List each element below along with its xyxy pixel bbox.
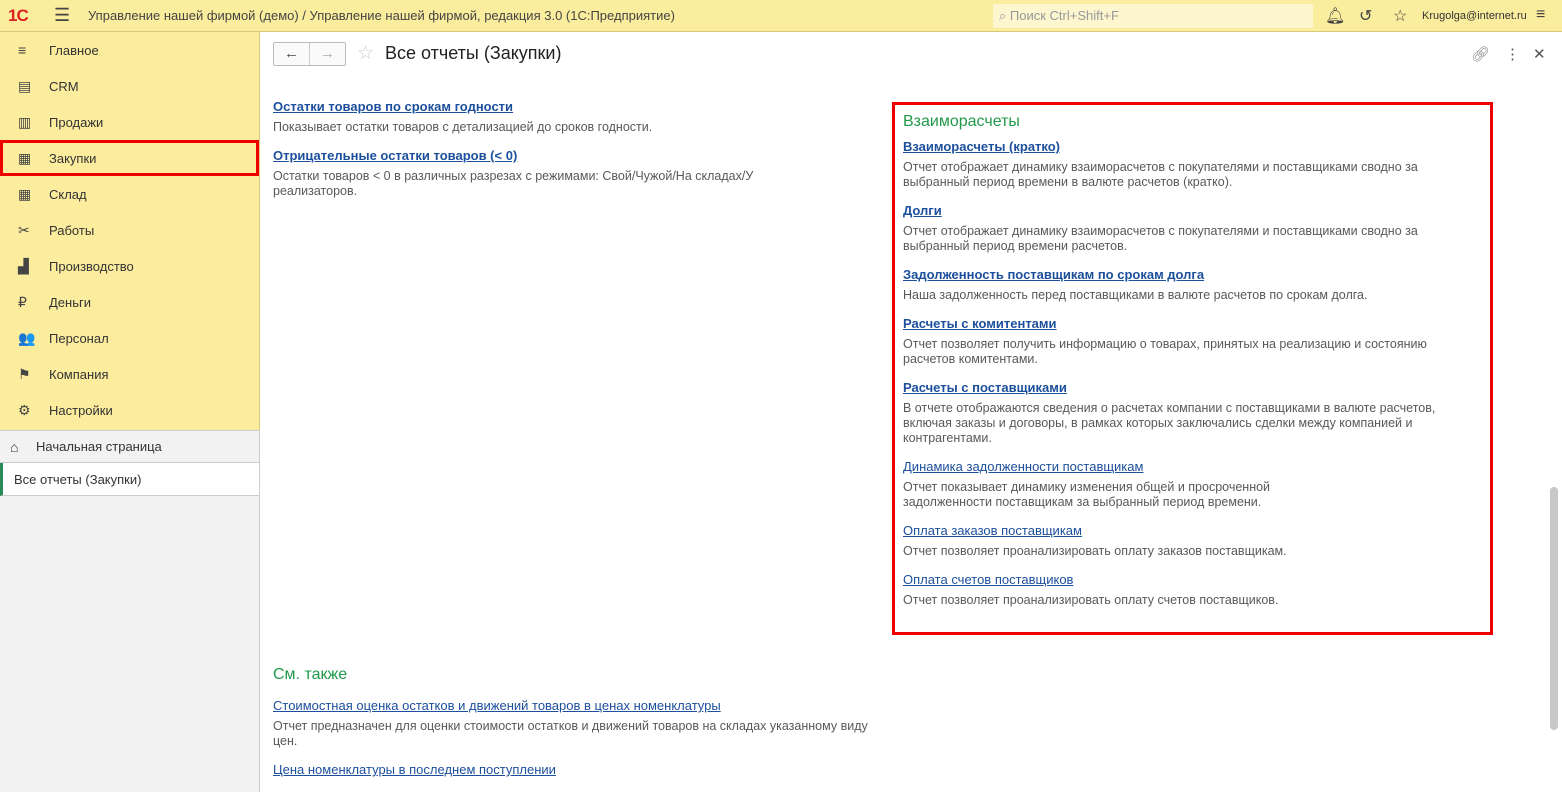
sidebar-item-label: Главное (49, 42, 99, 58)
sidebar-item-production[interactable]: ▟ Производство (0, 248, 259, 284)
sidebar-item-warehouse[interactable]: ▦ Склад (0, 176, 259, 212)
search-icon: ⌕ (999, 8, 1007, 23)
sidebar-item-company[interactable]: ⚑ Компания (0, 356, 259, 392)
sidebar-item-main[interactable]: ≡ Главное (0, 32, 259, 68)
history-nav: ← → (273, 42, 346, 66)
warehouse-icon: ▦ (18, 185, 32, 202)
sidebar-item-label: Производство (49, 258, 134, 274)
report-link[interactable]: Цена номенклатуры в последнем поступлени… (273, 762, 883, 777)
report-desc: В отчете отображаются сведения о расчета… (903, 401, 1436, 445)
report-link[interactable]: Остатки товаров по срокам годности (273, 99, 873, 114)
section-heading-see-also: См. также (273, 666, 348, 683)
sidebar-item-label: Работы (49, 222, 95, 238)
report-desc: Отчет позволяет проанализировать оплату … (903, 544, 1287, 558)
forward-button[interactable]: → (309, 43, 345, 65)
report-desc: Отчет позволяет получить информацию о то… (903, 337, 1427, 366)
logo-1c[interactable]: 1С (8, 6, 40, 26)
report-desc: Наша задолженность перед поставщиками в … (903, 288, 1368, 302)
favorite-star-icon[interactable]: ☆ (357, 42, 374, 65)
flag-icon: ⚑ (18, 365, 31, 382)
sidebar-item-sales[interactable]: ▥ Продажи (0, 104, 259, 140)
report-desc: Отчет отображает динамику взаиморасчетов… (903, 224, 1418, 253)
sidebar-item-label: Склад (49, 186, 87, 202)
sidebar-item-money[interactable]: ₽ Деньги (0, 284, 259, 320)
search-input[interactable]: ⌕ Поиск Ctrl+Shift+F (993, 4, 1313, 28)
report-link[interactable]: Оплата заказов поставщикам (903, 523, 1463, 538)
sidebar-item-crm[interactable]: ▤ CRM (0, 68, 259, 104)
sidebar-item-purchases[interactable]: ▦ Закупки (0, 140, 259, 176)
home-page-tab[interactable]: ⌂ Начальная страница (0, 430, 260, 463)
app-title: Управление нашей фирмой (демо) / Управле… (88, 8, 675, 23)
page-title: Все отчеты (Закупки) (385, 43, 562, 63)
sidebar-item-label: Закупки (49, 150, 97, 166)
list-icon: ≡ (18, 42, 27, 58)
sidebar-empty-area (0, 496, 260, 792)
close-icon[interactable]: ✕ (1533, 45, 1546, 63)
cart-icon: ▦ (18, 149, 32, 166)
report-desc: Отчет показывает динамику изменения обще… (903, 480, 1271, 509)
back-button[interactable]: ← (274, 43, 309, 65)
search-placeholder: Поиск Ctrl+Shift+F (1009, 8, 1119, 23)
report-link[interactable]: Долги (903, 203, 1463, 218)
section-heading-settlements: Взаиморасчеты (903, 113, 1020, 130)
more-icon[interactable]: ⋮ (1505, 45, 1520, 63)
report-desc: Показывает остатки товаров с детализацие… (273, 120, 653, 134)
bell-icon[interactable]: 🔔︎ (1325, 6, 1345, 26)
people-icon: 👥 (18, 329, 36, 346)
sidebar-item-staff[interactable]: 👥 Персонал (0, 320, 259, 356)
sidebar-item-label: Настройки (49, 402, 113, 418)
menu-icon[interactable]: ☰ (54, 5, 74, 26)
sidebar-item-label: CRM (49, 78, 79, 94)
link-icon[interactable]: 🔗︎ (1471, 45, 1490, 63)
factory-icon: ▟ (18, 257, 29, 274)
report-link[interactable]: Расчеты с комитентами (903, 316, 1463, 331)
open-tab-label: Все отчеты (Закупки) (14, 471, 142, 487)
report-link[interactable]: Оплата счетов поставщиков (903, 572, 1463, 587)
settlements-reports: Взаиморасчеты (кратко) Отчет отображает д… (903, 139, 1463, 621)
top-bar: 1С ☰ Управление нашей фирмой (демо) / Уп… (0, 0, 1562, 32)
settings-menu-icon[interactable]: ≡ (1536, 6, 1545, 24)
sidebar-item-label: Деньги (49, 294, 91, 310)
sidebar-item-label: Компания (49, 366, 109, 382)
report-link[interactable]: Задолженность поставщикам по срокам долг… (903, 267, 1463, 282)
sidebar-item-label: Продажи (49, 114, 104, 130)
home-icon: ⌂ (10, 438, 19, 455)
basket-icon: ▥ (18, 113, 32, 130)
sidebar-item-settings[interactable]: ⚙ Настройки (0, 392, 259, 428)
contact-card-icon: ▤ (18, 77, 32, 94)
history-icon[interactable]: ↺ (1359, 6, 1372, 26)
report-link[interactable]: Динамика задолженности поставщикам (903, 459, 1463, 474)
report-link[interactable]: Отрицательные остатки товаров (< 0) (273, 148, 873, 163)
report-link[interactable]: Стоимостная оценка остатков и движений т… (273, 698, 883, 713)
ruble-icon: ₽ (18, 293, 27, 310)
report-link[interactable]: Взаиморасчеты (кратко) (903, 139, 1463, 154)
see-also-reports: Стоимостная оценка остатков и движений т… (273, 698, 883, 790)
sidebar: ≡ Главное ▤ CRM ▥ Продажи ▦ Закупки ▦ Склад ✂… (0, 32, 260, 430)
report-desc: Отчет позволяет проанализировать оплату … (903, 593, 1279, 607)
star-icon[interactable]: ☆ (1393, 6, 1407, 26)
scrollbar-thumb[interactable] (1550, 487, 1558, 730)
home-page-label: Начальная страница (36, 439, 162, 454)
report-desc: Отчет предназначен для оценки стоимости … (273, 719, 868, 748)
sidebar-item-label: Персонал (49, 330, 109, 346)
gear-icon: ⚙ (18, 401, 31, 418)
left-reports: Остатки товаров по срокам годности Показы… (273, 99, 873, 212)
sidebar-item-works[interactable]: ✂ Работы (0, 212, 259, 248)
report-link[interactable]: Расчеты с поставщиками (903, 380, 1463, 395)
tools-icon: ✂ (18, 221, 30, 238)
report-desc: Отчет отображает динамику взаиморасчетов… (903, 160, 1418, 189)
report-desc: Остатки товаров < 0 в различных разрезах… (273, 169, 754, 198)
user-name[interactable]: Krugolga@internet.ru (1422, 10, 1527, 22)
open-tab-all-reports[interactable]: Все отчеты (Закупки) (0, 463, 260, 496)
